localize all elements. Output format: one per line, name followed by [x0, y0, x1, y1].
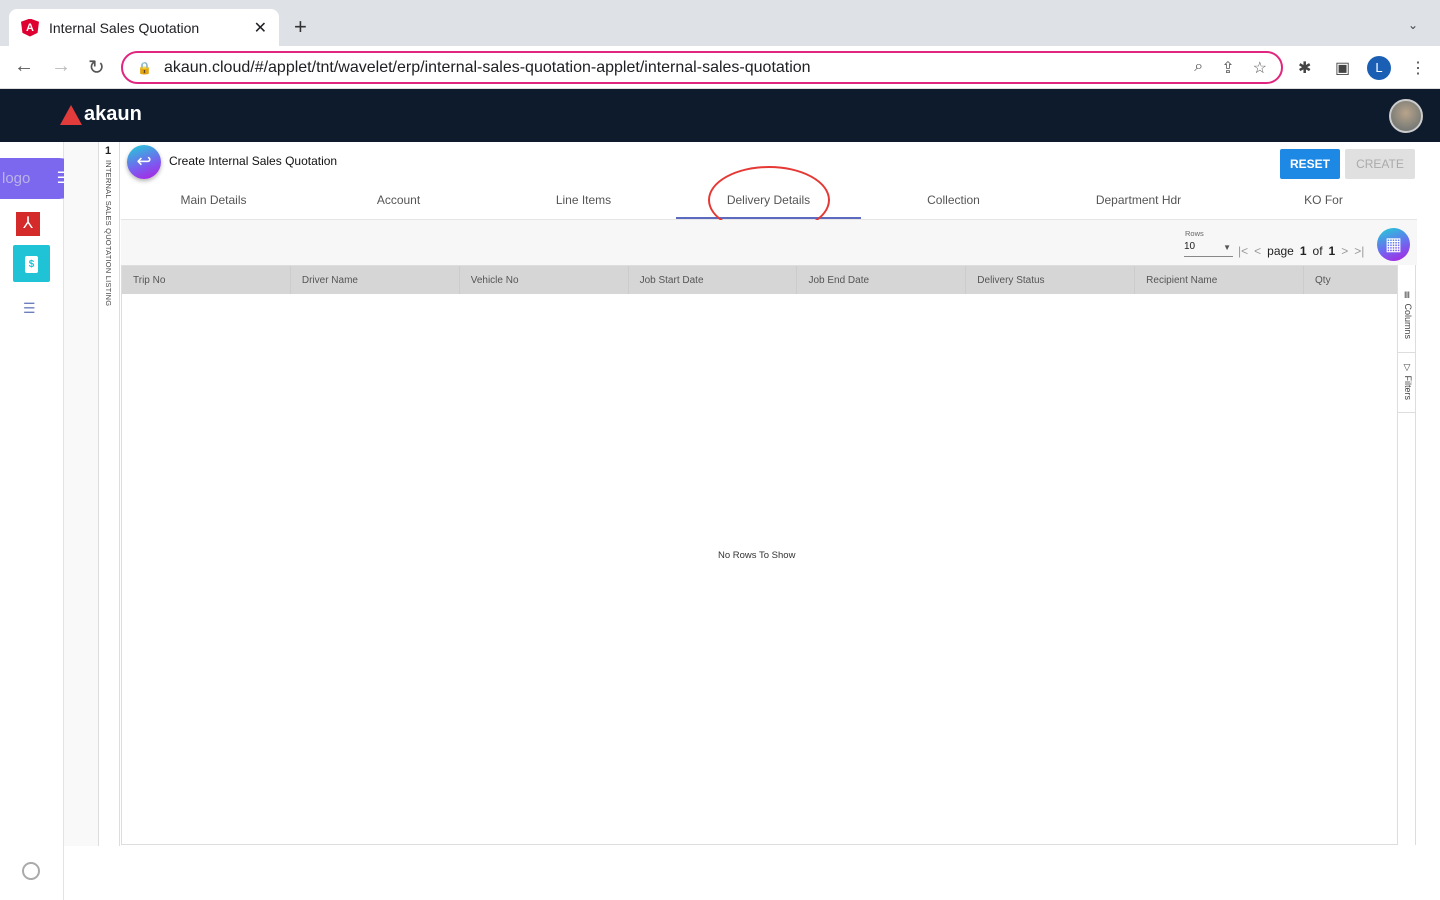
browser-tab[interactable]: A Internal Sales Quotation ✕: [9, 9, 279, 46]
logo-alt-text: logo: [2, 170, 31, 187]
app-header: [0, 89, 1440, 142]
close-tab-icon[interactable]: ✕: [254, 18, 267, 38]
profile-avatar[interactable]: L: [1367, 56, 1391, 80]
url-text: akaun.cloud/#/applet/tnt/wavelet/erp/int…: [163, 58, 811, 76]
tab-line-items[interactable]: Line Items: [491, 182, 676, 219]
filter-icon: ▽: [1403, 363, 1413, 376]
column-header[interactable]: Qty: [1304, 266, 1397, 294]
pager: |< < page 1 of 1 > >|: [1238, 244, 1364, 258]
tab-collection[interactable]: Collection: [861, 182, 1046, 219]
rows-select[interactable]: 10 ▼: [1184, 241, 1233, 257]
back-icon[interactable]: ←: [14, 55, 34, 78]
strip-number: 1: [105, 145, 112, 157]
grid-view-button[interactable]: ▦: [1377, 228, 1410, 261]
column-header[interactable]: Job End Date: [797, 266, 967, 294]
columns-icon: Ⅲ: [1403, 291, 1413, 304]
collapsed-panel: [64, 142, 99, 846]
total-pages: 1: [1328, 244, 1336, 258]
grid-header: Trip No Driver Name Vehicle No Job Start…: [122, 266, 1397, 294]
share-icon[interactable]: ⇪: [1221, 58, 1234, 78]
list-icon[interactable]: ☰: [23, 300, 36, 317]
forward-icon[interactable]: →: [51, 55, 71, 78]
column-header[interactable]: Recipient Name: [1135, 266, 1305, 294]
pdf-icon[interactable]: ⅄: [16, 212, 40, 236]
columns-panel-button[interactable]: Ⅲ Columns: [1398, 285, 1415, 353]
extensions-icon[interactable]: ✱: [1298, 58, 1311, 78]
filters-label: Filters: [1403, 375, 1413, 401]
brand-logo[interactable]: akaun: [60, 103, 142, 126]
invoice-icon[interactable]: $: [13, 245, 50, 282]
user-avatar[interactable]: [1389, 99, 1423, 133]
rows-label: Rows: [1185, 229, 1204, 238]
create-button[interactable]: CREATE: [1345, 149, 1415, 179]
first-page-icon[interactable]: |<: [1238, 244, 1248, 258]
sidepanel-icon[interactable]: ▣: [1335, 58, 1350, 78]
grid-side-bar: Ⅲ Columns ▽ Filters: [1397, 265, 1416, 845]
star-icon[interactable]: ☆: [1253, 58, 1267, 78]
brand-name: akaun: [84, 103, 142, 125]
tab-title: Internal Sales Quotation: [49, 19, 200, 36]
current-page: 1: [1299, 244, 1307, 258]
columns-label: Columns: [1403, 303, 1413, 340]
of-word: of: [1312, 244, 1323, 258]
tab-department-hdr[interactable]: Department Hdr: [1046, 182, 1231, 219]
column-header[interactable]: Vehicle No: [460, 266, 629, 294]
new-tab-button[interactable]: +: [294, 14, 307, 40]
reset-button[interactable]: RESET: [1280, 149, 1340, 179]
address-bar[interactable]: 🔒 akaun.cloud/#/applet/tnt/wavelet/erp/in…: [121, 51, 1283, 84]
brand-triangle-icon: [60, 104, 82, 125]
tab-ko-for[interactable]: KO For: [1231, 182, 1416, 219]
rows-value: 10: [1184, 241, 1196, 252]
column-header[interactable]: Driver Name: [291, 266, 460, 294]
reload-icon[interactable]: ↻: [88, 55, 105, 80]
filters-panel-button[interactable]: ▽ Filters: [1398, 357, 1415, 413]
next-page-icon[interactable]: >: [1341, 244, 1348, 258]
menu-icon[interactable]: ⋮: [1410, 58, 1426, 78]
column-header[interactable]: Job Start Date: [629, 266, 798, 294]
user-icon[interactable]: [22, 862, 40, 880]
lock-icon: 🔒: [137, 60, 152, 75]
column-header[interactable]: Trip No: [122, 266, 291, 294]
dropdown-caret-icon: ▼: [1223, 243, 1231, 252]
page-title: Create Internal Sales Quotation: [169, 154, 338, 168]
last-page-icon[interactable]: >|: [1354, 244, 1364, 258]
empty-message: No Rows To Show: [718, 550, 796, 561]
tab-search-chevron-icon[interactable]: ⌄: [1408, 18, 1418, 32]
back-button[interactable]: ↩: [127, 145, 161, 179]
tab-account[interactable]: Account: [306, 182, 491, 219]
column-header[interactable]: Delivery Status: [966, 266, 1136, 294]
tab-main-details[interactable]: Main Details: [121, 182, 306, 219]
prev-page-icon[interactable]: <: [1254, 244, 1261, 258]
page-word: page: [1267, 244, 1294, 258]
angular-icon: A: [21, 18, 39, 37]
strip-label[interactable]: INTERNAL SALES QUOTATION LISTING: [104, 160, 113, 306]
zoom-icon[interactable]: ⌕: [1194, 58, 1203, 78]
